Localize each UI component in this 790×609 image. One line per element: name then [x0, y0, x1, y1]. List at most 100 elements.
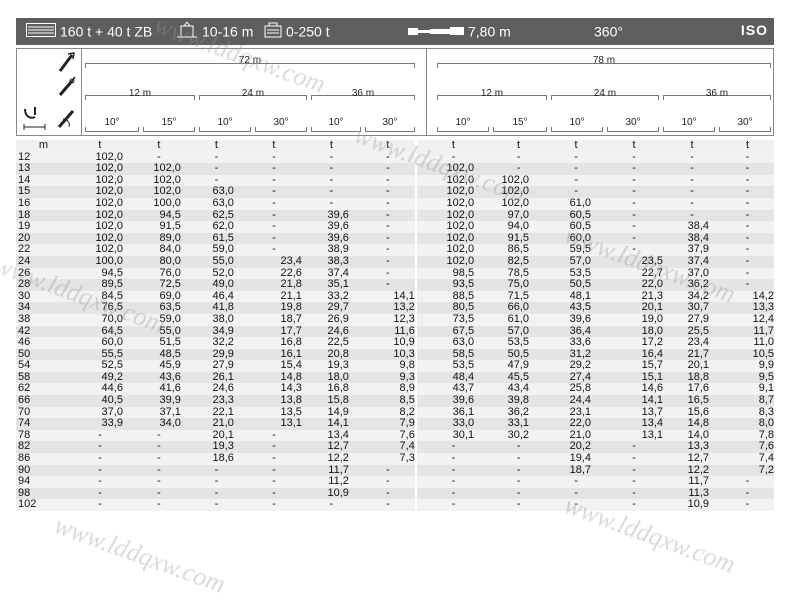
load-cell: 37,4	[663, 255, 721, 268]
load-cell: -	[245, 197, 302, 210]
load-cell: 63,0	[414, 336, 491, 349]
hook-radius-icon	[21, 105, 49, 136]
load-cell: -	[605, 221, 664, 233]
load-cell: -	[245, 221, 302, 233]
norm-label: ISO	[740, 22, 768, 38]
load-cell: 60,0	[68, 336, 131, 349]
counterweight-icon	[264, 22, 282, 41]
angle-label: 10°	[569, 117, 585, 128]
load-cell: -	[360, 197, 416, 210]
jib-length-5: 24 m	[593, 88, 617, 99]
watermark: www.lddqxw.com	[50, 510, 230, 599]
load-chart-table: m t t t t t t t t t t t t 12 102,0- - - - - - - - - - -13 102,0 10…	[16, 139, 774, 511]
load-cell: 70,0	[68, 313, 131, 326]
table-row: 66 40,5 39,9 23,3 13,8 15,8 8,5 39,6 39,8 24,4 14,…	[16, 394, 774, 407]
table-row: 78- -20,1-13,4 7,6 30,1 30,2 21,0 13,1 14,0 7,8	[16, 429, 774, 442]
load-cell: 11,0	[721, 336, 774, 349]
angle-label: 10°	[328, 117, 344, 128]
load-cell: 100,0	[130, 197, 187, 210]
load-unit: t	[605, 139, 664, 152]
load-cell: 57,0	[547, 255, 606, 268]
load-cell: 12,4	[721, 313, 774, 326]
load-cell: -	[68, 499, 131, 511]
load-cell: 15,8	[301, 394, 361, 407]
load-cell: 12,7	[663, 452, 721, 465]
load-cell: -	[721, 221, 774, 233]
load-cell: 102,0	[68, 221, 131, 233]
load-cell: -	[721, 279, 774, 291]
radius-cell: 86	[16, 452, 69, 465]
load-cell: -	[245, 499, 302, 511]
load-cell: -	[130, 499, 187, 511]
load-unit: t	[490, 139, 548, 152]
load-cell: 17,2	[605, 336, 664, 349]
outrigger-spec: 10-16 m	[176, 21, 253, 41]
table-row: 102- - - - - - - - - -10,9-	[16, 499, 774, 511]
load-cell: 19,4	[547, 452, 606, 465]
base-width-value: 7,80 m	[468, 23, 511, 40]
load-unit: t	[301, 139, 361, 152]
load-cell: 82,5	[490, 255, 548, 268]
angle-label: 15°	[512, 117, 528, 128]
load-unit: t	[68, 139, 131, 152]
configuration-header: 72 m 78 m 12 m 24 m 36 m 12 m 24 m 36 m …	[16, 48, 774, 136]
load-unit: t	[721, 139, 774, 152]
luffing-jib-icon	[57, 75, 77, 102]
load-cell: -	[186, 499, 246, 511]
load-cell: 94,0	[490, 221, 548, 233]
load-cell: 39,8	[490, 394, 548, 407]
table-row: 12 102,0- - - - - - - - - - -	[16, 151, 774, 164]
load-cell: -	[547, 499, 606, 511]
table-row: 14 102,0 102,0- - - -102,0 102,0- - - -	[16, 174, 774, 187]
radius-cell: 24	[16, 255, 69, 268]
load-cell: 91,5	[130, 221, 187, 233]
angle-label: 10°	[217, 117, 233, 128]
load-cell: 8,7	[721, 394, 774, 407]
jib-length-1: 12 m	[128, 88, 152, 99]
load-cell: 12,2	[301, 452, 361, 465]
table-row: 18 102,0 94,5 62,5-39,6-102,0 97,0 60,5- - -	[16, 209, 774, 222]
jib-angle-icon	[57, 107, 77, 134]
load-cell: 21,8	[245, 279, 302, 291]
jib-length-4: 12 m	[480, 88, 504, 99]
load-cell: 18,7	[245, 313, 302, 326]
load-cell: 51,5	[130, 336, 187, 349]
load-cell: 36,2	[663, 279, 721, 291]
load-cell: 32,2	[186, 336, 246, 349]
load-cell: 75,0	[490, 279, 548, 291]
table-row: 13 102,0 102,0- - - -102,0- - - - -	[16, 163, 774, 175]
radius-cell: 16	[16, 197, 69, 210]
radius-cell: 19	[16, 221, 69, 233]
load-cell: 33,6	[547, 336, 606, 349]
radius-unit: m	[16, 139, 69, 152]
load-unit: t	[360, 139, 416, 152]
load-cell: 14,1	[605, 394, 664, 407]
table-row: 38 70,0 59,0 38,0 18,7 26,9 12,3 73,5 61,0 39,6 19…	[16, 313, 774, 326]
main-boom-icon	[57, 51, 77, 78]
load-cell: 16,5	[663, 394, 721, 407]
outrigger-icon	[176, 21, 198, 41]
boom-length-right: 78 m	[592, 55, 616, 66]
load-cell: -	[360, 221, 416, 233]
load-cell: 27,9	[663, 313, 721, 326]
load-cell: -	[130, 452, 187, 465]
load-cell: 39,6	[547, 313, 606, 326]
load-cell: 13,8	[245, 394, 302, 407]
load-cell: 26,9	[301, 313, 361, 326]
load-cell: 38,3	[301, 255, 361, 268]
load-cell: 102,0	[414, 221, 491, 233]
angle-label: 30°	[737, 117, 753, 128]
slew-spec: 360°	[594, 22, 623, 39]
load-cell: 100,0	[68, 255, 131, 268]
load-cell: 102,0	[490, 197, 548, 210]
load-cell: 73,5	[414, 313, 491, 326]
boom-group-separator	[426, 49, 427, 135]
capacity-value: 160 t + 40 t ZB	[60, 23, 153, 40]
load-cell: 35,1	[301, 279, 361, 291]
table-row: 19 102,0 91,5 62,0-39,6-102,0 94,0 60,5-38,4-	[16, 221, 774, 233]
load-cell: 38,0	[186, 313, 246, 326]
load-cell: 38,4	[663, 221, 721, 233]
load-cell: 19,0	[605, 313, 664, 326]
capacity-spec: 160 t + 40 t ZB	[26, 22, 152, 40]
load-cell: 102,0	[414, 255, 491, 268]
